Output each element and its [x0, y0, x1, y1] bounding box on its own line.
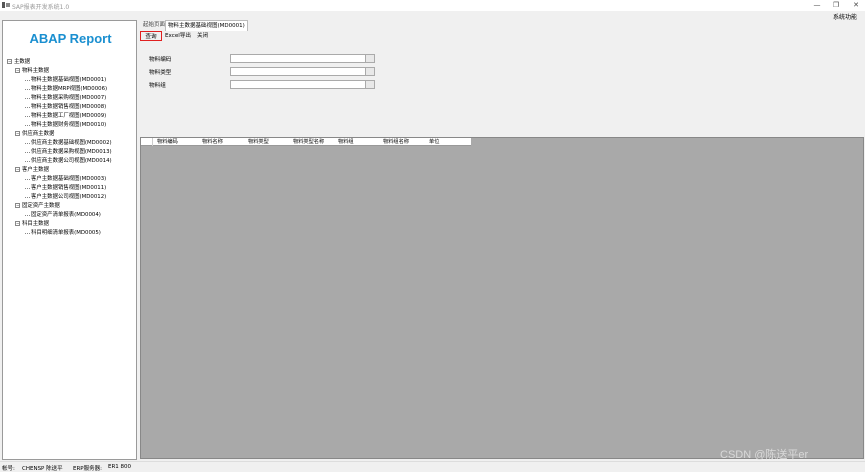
tree-leaf-item[interactable]: 供应商主数据采购视图(MD0013)	[7, 148, 137, 157]
query-button[interactable]: 查询	[140, 31, 162, 41]
tree-item-label: 科目明细清单报表(MD0005)	[31, 230, 101, 236]
tree-expander-icon[interactable]: −	[15, 68, 20, 73]
tree-item-label: 物料主数据MRP视图(MD0006)	[31, 86, 108, 92]
window-title: SAP报表开发系统1.0	[12, 4, 70, 11]
tree-folder-item[interactable]: − 供应商主数据	[7, 130, 137, 139]
tree-leaf-item[interactable]: 固定资产清单报表(MD0004)	[7, 211, 137, 220]
material-code-label: 物料编码	[149, 57, 172, 63]
watermark: CSDN @陈送平er	[720, 449, 809, 461]
tree-folder-item[interactable]: − 物料主数据	[7, 67, 137, 76]
tree-item-label: 科目主数据	[22, 221, 49, 227]
tree-item-label: 供应商主数据公司视图(MD0014)	[31, 158, 112, 164]
excel-export-button[interactable]: Excel导出	[165, 31, 191, 41]
tree-folder-item[interactable]: − 客户主数据	[7, 166, 137, 175]
app-logo: ABAP Report	[29, 31, 112, 46]
tree-item-label: 物料主数据工厂视图(MD0009)	[31, 113, 107, 119]
tree-item-label: 物料主数据销售视图(MD0008)	[31, 104, 107, 110]
account-label: 帐号:	[2, 466, 15, 472]
tree-folder-item[interactable]: − 主数据	[7, 58, 137, 67]
close-button[interactable]: 关闭	[197, 31, 208, 41]
app-icon	[2, 2, 10, 8]
tree-expander-icon[interactable]: −	[15, 131, 20, 136]
tree-leaf-item[interactable]: 供应商主数据基础视图(MD0002)	[7, 139, 137, 148]
tree-leaf-item[interactable]: 客户主数据销售视图(MD0011)	[7, 184, 137, 193]
tree-leaf-item[interactable]: 科目明细清单报表(MD0005)	[7, 229, 137, 238]
grid-column-header[interactable]: 物料类型名称	[293, 138, 324, 146]
close-window-button[interactable]: ✕	[851, 1, 861, 10]
tree-expander-icon[interactable]: −	[15, 167, 20, 172]
tree-item-label: 物料主数据财务视图(MD0010)	[31, 122, 107, 128]
material-group-input[interactable]	[230, 80, 366, 89]
sidebar: ABAP Report − 主数据 − 物料主数据 物料主数据基础视图(MD0001) 物…	[2, 20, 137, 460]
tab-start-page[interactable]: 起始页面	[141, 20, 167, 31]
material-type-label: 物料类型	[149, 70, 172, 76]
result-grid[interactable]: 物料编码 物料名称 物料类型 物料类型名称 物料组 物料组名称 单位	[140, 137, 864, 459]
grid-column-header[interactable]: 单位	[429, 138, 439, 146]
tree-item-label: 主数据	[14, 59, 31, 65]
restore-button[interactable]: ❐	[831, 1, 841, 10]
grid-column-header[interactable]: 物料组名称	[383, 138, 409, 146]
tree-folder-item[interactable]: − 固定资产主数据	[7, 202, 137, 211]
material-type-input[interactable]	[230, 67, 366, 76]
erp-server-label: ERP服务器:	[73, 466, 102, 472]
tree-leaf-item[interactable]: 物料主数据销售视图(MD0008)	[7, 103, 137, 112]
status-bar: 帐号: CHENSP 陈送平 ERP服务器: ER1 800	[0, 461, 865, 472]
tree-item-label: 客户主数据	[22, 167, 49, 173]
minimize-button[interactable]: —	[812, 1, 822, 10]
tree-folder-item[interactable]: − 科目主数据	[7, 220, 137, 229]
tree-leaf-item[interactable]: 物料主数据工厂视图(MD0009)	[7, 112, 137, 121]
toolbar: 查询 Excel导出 关闭	[140, 31, 865, 41]
tree-item-label: 客户主数据公司视图(MD0012)	[31, 194, 107, 200]
tree-item-label: 供应商主数据	[22, 131, 55, 137]
tree-item-label: 物料主数据采购视图(MD0007)	[31, 95, 107, 101]
tree-leaf-item[interactable]: 物料主数据MRP视图(MD0006)	[7, 85, 137, 94]
material-code-picker[interactable]	[366, 54, 375, 63]
material-type-picker[interactable]	[366, 67, 375, 76]
tree-leaf-item[interactable]: 客户主数据基础视图(MD0003)	[7, 175, 137, 184]
selection-form: 物料编码 物料类型 物料组	[140, 42, 865, 132]
grid-column-header[interactable]: 物料名称	[202, 138, 223, 146]
tree-expander-icon[interactable]: −	[15, 221, 20, 226]
grid-column-header[interactable]: 物料类型	[248, 138, 269, 146]
grid-header: 物料编码 物料名称 物料类型 物料类型名称 物料组 物料组名称 单位	[141, 138, 471, 146]
row-header-corner	[141, 138, 153, 146]
tree-leaf-item[interactable]: 客户主数据公司视图(MD0012)	[7, 193, 137, 202]
grid-column-header[interactable]: 物料组	[338, 138, 354, 146]
account-value: CHENSP 陈送平	[22, 466, 63, 472]
material-code-input[interactable]	[230, 54, 366, 63]
navigation-tree: − 主数据 − 物料主数据 物料主数据基础视图(MD0001) 物料主数据MRP视图(MD…	[7, 58, 137, 238]
title-bar: SAP报表开发系统1.0 — ❐ ✕	[0, 0, 865, 11]
material-group-picker[interactable]	[366, 80, 375, 89]
tree-item-label: 固定资产清单报表(MD0004)	[31, 212, 101, 218]
tree-expander-icon[interactable]: −	[7, 59, 12, 64]
system-menu[interactable]: 系统功能	[833, 12, 857, 21]
tree-leaf-item[interactable]: 物料主数据采购视图(MD0007)	[7, 94, 137, 103]
tree-leaf-item[interactable]: 物料主数据基础视图(MD0001)	[7, 76, 137, 85]
tree-item-label: 固定资产主数据	[22, 203, 60, 209]
tree-leaf-item[interactable]: 物料主数据财务视图(MD0010)	[7, 121, 137, 130]
tab-material-basic-view[interactable]: 物料主数据基础视图(MD0001)	[165, 20, 248, 31]
tree-item-label: 客户主数据销售视图(MD0011)	[31, 185, 107, 191]
tree-expander-icon[interactable]: −	[15, 203, 20, 208]
tree-item-label: 物料主数据	[22, 68, 49, 74]
grid-column-header[interactable]: 物料编码	[157, 138, 178, 146]
tree-leaf-item[interactable]: 供应商主数据公司视图(MD0014)	[7, 157, 137, 166]
erp-server-value: ER1 800	[108, 464, 132, 470]
tree-item-label: 物料主数据基础视图(MD0001)	[31, 77, 107, 83]
tree-item-label: 客户主数据基础视图(MD0003)	[31, 176, 107, 182]
tree-item-label: 供应商主数据采购视图(MD0013)	[31, 149, 112, 155]
material-group-label: 物料组	[149, 83, 166, 89]
tree-item-label: 供应商主数据基础视图(MD0002)	[31, 140, 112, 146]
